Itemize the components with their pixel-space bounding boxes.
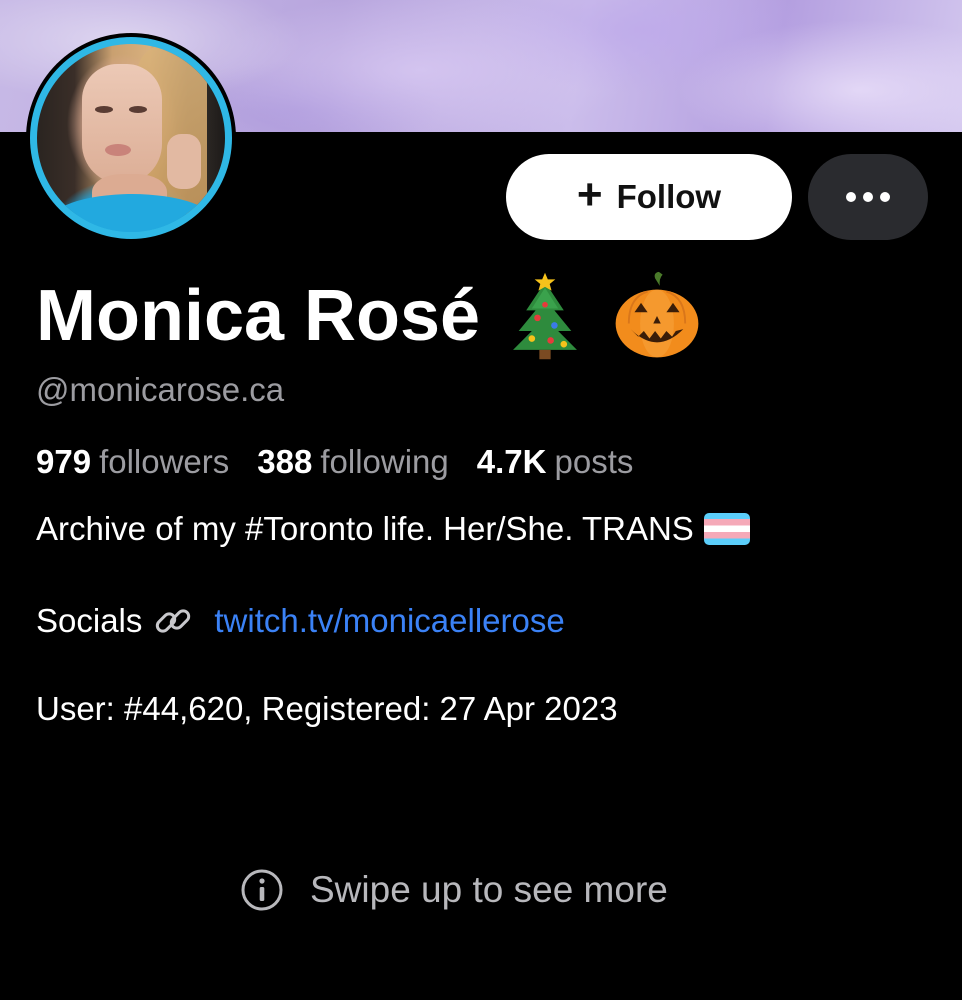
link-icon bbox=[156, 609, 191, 633]
profile-bio: Archive of my #Toronto life. Her/She. TR… bbox=[36, 510, 750, 548]
bio-text: Archive of my #Toronto life. Her/She. TR… bbox=[36, 510, 694, 547]
profile-handle: @monicarose.ca bbox=[36, 371, 285, 408]
profile-screen: + Follow Monica Rosé @monicarose.ca 979 … bbox=[0, 0, 962, 1000]
posts-label: posts bbox=[554, 443, 634, 480]
plus-icon: + bbox=[576, 170, 603, 219]
avatar-ring bbox=[30, 37, 232, 239]
swipe-hint: Swipe up to see more bbox=[240, 868, 668, 912]
profile-socials: Socials twitch.tv/monicaellerose bbox=[36, 600, 565, 642]
display-name-row: Monica Rosé bbox=[36, 266, 704, 366]
following-label: following bbox=[320, 443, 449, 480]
following-count: 388 bbox=[257, 443, 313, 480]
followers-count: 979 bbox=[36, 443, 92, 480]
avatar-photo bbox=[37, 44, 225, 232]
user-registration-info: User: #44,620, Registered: 27 Apr 2023 bbox=[36, 690, 618, 727]
following-stat[interactable]: 388 following bbox=[257, 443, 448, 481]
christmas-tree-icon bbox=[513, 272, 578, 360]
more-dots-icon bbox=[846, 192, 856, 202]
profile-stats: 979 followers 388 following 4.7K posts bbox=[36, 443, 633, 481]
more-dots-icon bbox=[880, 192, 890, 202]
follow-label: Follow bbox=[616, 178, 722, 215]
more-options-button[interactable] bbox=[808, 154, 928, 240]
posts-stat[interactable]: 4.7K posts bbox=[477, 443, 634, 481]
swipe-hint-text: Swipe up to see more bbox=[310, 869, 668, 910]
transgender-flag-icon bbox=[703, 513, 750, 545]
more-dots-icon bbox=[863, 192, 873, 202]
display-name: Monica Rosé bbox=[36, 276, 481, 356]
followers-label: followers bbox=[99, 443, 230, 480]
socials-label: Socials bbox=[36, 602, 143, 639]
followers-stat[interactable]: 979 followers bbox=[36, 443, 229, 481]
socials-link[interactable]: twitch.tv/monicaellerose bbox=[214, 602, 564, 640]
info-icon bbox=[241, 869, 283, 911]
jack-o-lantern-icon bbox=[615, 271, 699, 358]
follow-button[interactable]: + Follow bbox=[506, 154, 792, 240]
avatar[interactable] bbox=[26, 33, 236, 243]
posts-count: 4.7K bbox=[476, 443, 547, 480]
